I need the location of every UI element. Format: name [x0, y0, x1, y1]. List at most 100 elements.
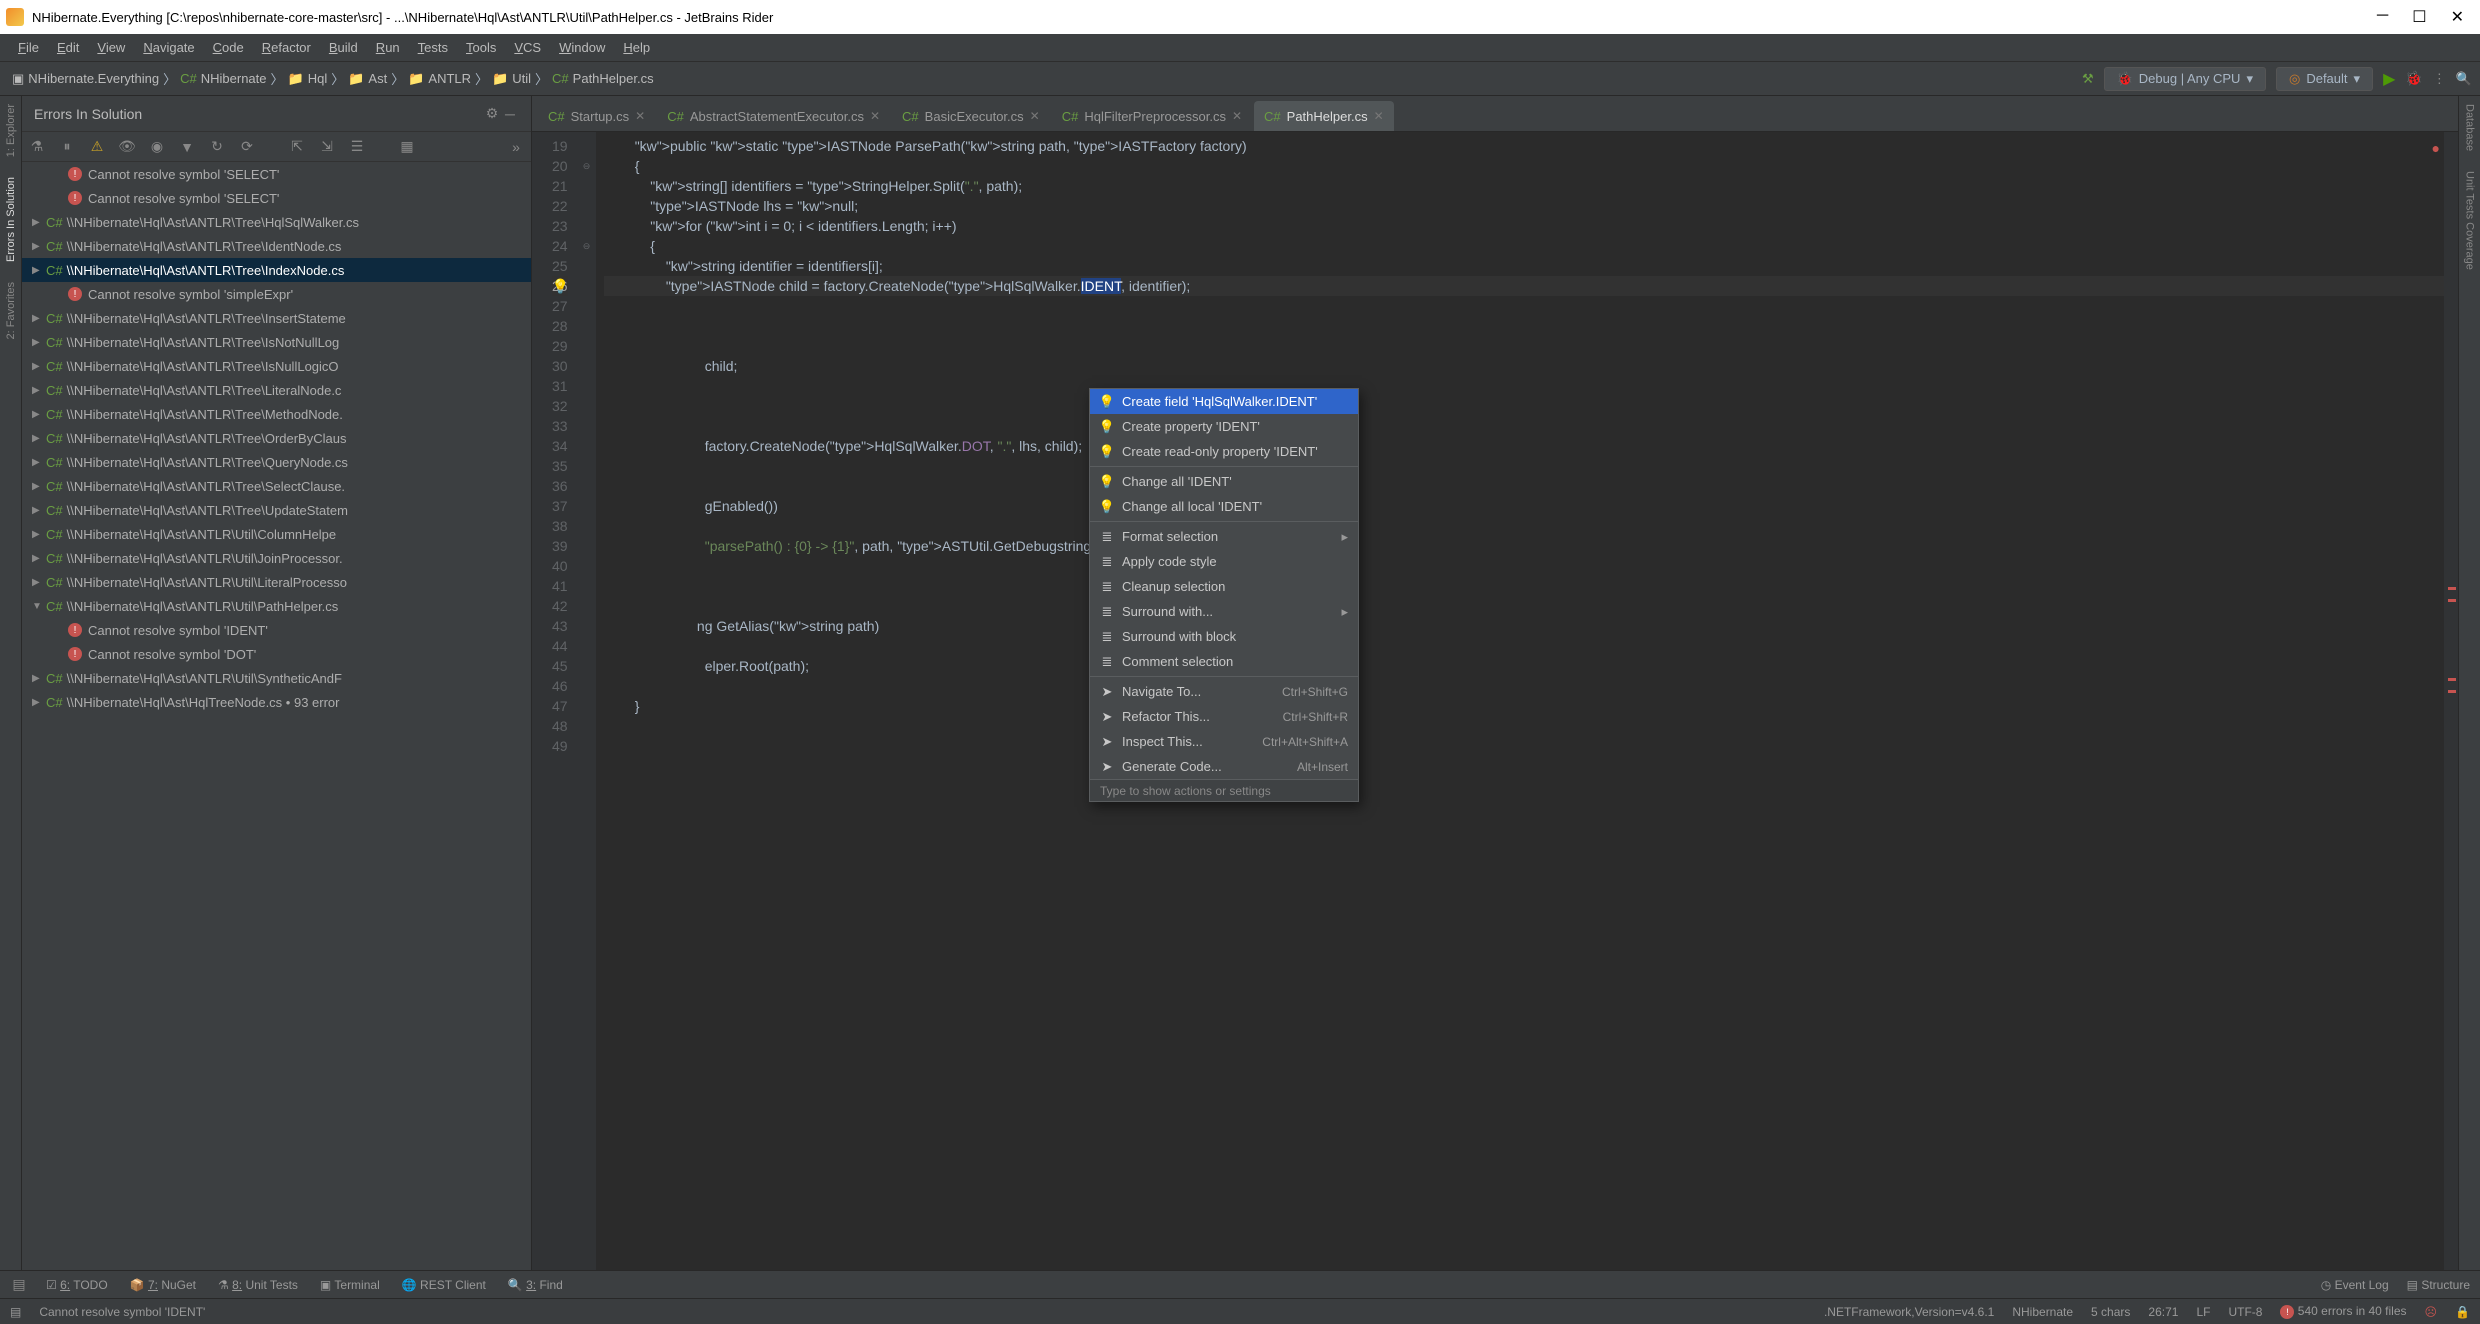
context-menu-item[interactable]: 💡Create property 'IDENT': [1090, 414, 1358, 439]
context-menu-item[interactable]: ≣Comment selection: [1090, 649, 1358, 674]
code-line[interactable]: [604, 716, 2444, 736]
code-line[interactable]: [604, 556, 2444, 576]
fold-marker-icon[interactable]: [578, 356, 596, 376]
lock-icon[interactable]: 🔒: [2455, 1305, 2470, 1319]
fold-marker-icon[interactable]: [578, 536, 596, 556]
line-number[interactable]: 47: [552, 696, 568, 716]
expand-icon[interactable]: ▶: [32, 361, 46, 372]
expand-icon[interactable]: ▶: [32, 409, 46, 420]
code-line[interactable]: [604, 676, 2444, 696]
expand-icon[interactable]: ▶: [32, 337, 46, 348]
line-number[interactable]: 41: [552, 576, 568, 596]
tool-terminal[interactable]: ▣ Terminal: [320, 1278, 380, 1292]
menu-tools[interactable]: Tools: [458, 36, 504, 59]
line-number[interactable]: 30: [552, 356, 568, 376]
menu-navigate[interactable]: Navigate: [135, 36, 202, 59]
code-line[interactable]: {: [604, 156, 2444, 176]
collapse-all-icon[interactable]: ⇲: [318, 138, 336, 156]
fold-marker-icon[interactable]: [578, 296, 596, 316]
fold-marker-icon[interactable]: [578, 376, 596, 396]
menu-file[interactable]: File: [10, 36, 47, 59]
expand-icon[interactable]: ▶: [32, 265, 46, 276]
error-file-row[interactable]: ▶ C# \\NHibernate\Hql\Ast\ANTLR\Tree\Ord…: [22, 426, 531, 450]
export-icon[interactable]: ▦: [398, 138, 416, 156]
line-number[interactable]: 27: [552, 296, 568, 316]
menu-view[interactable]: View: [89, 36, 133, 59]
gear-icon[interactable]: ⚙: [483, 105, 501, 123]
fold-marker-icon[interactable]: [578, 736, 596, 756]
code-line[interactable]: "kw">string identifier = identifiers[i];: [604, 256, 2444, 276]
line-number[interactable]: 21: [552, 176, 568, 196]
line-number[interactable]: 38: [552, 516, 568, 536]
tool-unit-tests[interactable]: ⚗ 8: Unit Tests: [218, 1278, 298, 1292]
expand-icon[interactable]: ▶: [32, 457, 46, 468]
expand-icon[interactable]: ▶: [32, 313, 46, 324]
line-number[interactable]: 37: [552, 496, 568, 516]
error-item-row[interactable]: !Cannot resolve symbol 'SELECT': [22, 162, 531, 186]
fold-marker-icon[interactable]: [578, 136, 596, 156]
expand-icon[interactable]: ▶: [32, 577, 46, 588]
error-file-row[interactable]: ▶ C# \\NHibernate\Hql\Ast\ANTLR\Tree\Ide…: [22, 234, 531, 258]
expand-icon[interactable]: ▶: [32, 505, 46, 516]
expand-icon[interactable]: ▼: [32, 601, 46, 612]
fold-marker-icon[interactable]: [578, 596, 596, 616]
line-number[interactable]: 31: [552, 376, 568, 396]
status-encoding[interactable]: UTF-8: [2228, 1305, 2262, 1319]
context-menu-item[interactable]: ≣Surround with block: [1090, 624, 1358, 649]
context-menu-item[interactable]: ≣Surround with...▸: [1090, 599, 1358, 624]
inspection-face-icon[interactable]: ☹: [2425, 1305, 2438, 1319]
context-menu-item[interactable]: 💡Create field 'HqlSqlWalker.IDENT': [1090, 389, 1358, 414]
warning-icon[interactable]: ⚠: [88, 138, 106, 156]
code-line[interactable]: ng GetAlias("kw">string path): [604, 616, 2444, 636]
minimize-panel-icon[interactable]: ─: [501, 105, 519, 123]
pause-icon[interactable]: ⏸: [58, 138, 76, 156]
editor-tab[interactable]: C#HqlFilterPreprocessor.cs✕: [1052, 101, 1252, 131]
fold-marker-icon[interactable]: [578, 216, 596, 236]
fold-marker-icon[interactable]: [578, 616, 596, 636]
line-number[interactable]: 24: [552, 236, 568, 256]
close-tab-icon[interactable]: ✕: [635, 109, 645, 123]
error-item-row[interactable]: !Cannot resolve symbol 'IDENT': [22, 618, 531, 642]
breadcrumb[interactable]: ▣ NHibernate.Everything: [8, 71, 163, 87]
error-stripe[interactable]: [2444, 132, 2458, 1270]
maximize-button[interactable]: ☐: [2412, 7, 2426, 27]
fold-marker-icon[interactable]: [578, 656, 596, 676]
breadcrumb[interactable]: 📁 Util: [488, 71, 535, 87]
line-number[interactable]: 32: [552, 396, 568, 416]
code-line[interactable]: [604, 596, 2444, 616]
line-number[interactable]: 46: [552, 676, 568, 696]
fold-marker-icon[interactable]: [578, 676, 596, 696]
eye-off-icon[interactable]: 👁: [118, 138, 136, 156]
fold-marker-icon[interactable]: [578, 276, 596, 296]
run-icon[interactable]: ▶: [2383, 69, 2395, 89]
expand-icon[interactable]: ▶: [32, 217, 46, 228]
breadcrumb[interactable]: C# PathHelper.cs: [548, 71, 658, 86]
line-number[interactable]: 25: [552, 256, 568, 276]
line-number[interactable]: 49: [552, 736, 568, 756]
tool-event-log[interactable]: ◷ Event Log: [2321, 1278, 2389, 1292]
context-menu-item[interactable]: 💡Change all 'IDENT': [1090, 469, 1358, 494]
error-file-row[interactable]: ▶ C# \\NHibernate\Hql\Ast\ANTLR\Util\Lit…: [22, 570, 531, 594]
expand-icon[interactable]: ▶: [32, 697, 46, 708]
context-menu-item[interactable]: ≣Format selection▸: [1090, 524, 1358, 549]
code-line[interactable]: [604, 456, 2444, 476]
code-line[interactable]: [604, 576, 2444, 596]
breadcrumb[interactable]: C# NHibernate: [176, 71, 270, 86]
error-file-row[interactable]: ▶ C# \\NHibernate\Hql\Ast\ANTLR\Tree\IsN…: [22, 354, 531, 378]
fold-marker-icon[interactable]: [578, 316, 596, 336]
minimize-button[interactable]: ─: [2377, 7, 2388, 27]
tool-explorer[interactable]: 1: Explorer: [5, 104, 17, 157]
close-tab-icon[interactable]: ✕: [1030, 109, 1040, 123]
line-number[interactable]: 23: [552, 216, 568, 236]
flask-icon[interactable]: ⚗: [28, 138, 46, 156]
fold-marker-icon[interactable]: [578, 556, 596, 576]
menu-code[interactable]: Code: [205, 36, 252, 59]
resync-icon[interactable]: ⟳: [238, 138, 256, 156]
tool-find[interactable]: 🔍 3: Find: [508, 1278, 563, 1292]
expand-icon[interactable]: ▶: [32, 673, 46, 684]
menu-window[interactable]: Window: [551, 36, 613, 59]
expand-icon[interactable]: ▶: [32, 241, 46, 252]
error-file-row[interactable]: ▼ C# \\NHibernate\Hql\Ast\ANTLR\Util\Pat…: [22, 594, 531, 618]
status-line-ending[interactable]: LF: [2196, 1305, 2210, 1319]
code-line[interactable]: elper.Root(path);: [604, 656, 2444, 676]
